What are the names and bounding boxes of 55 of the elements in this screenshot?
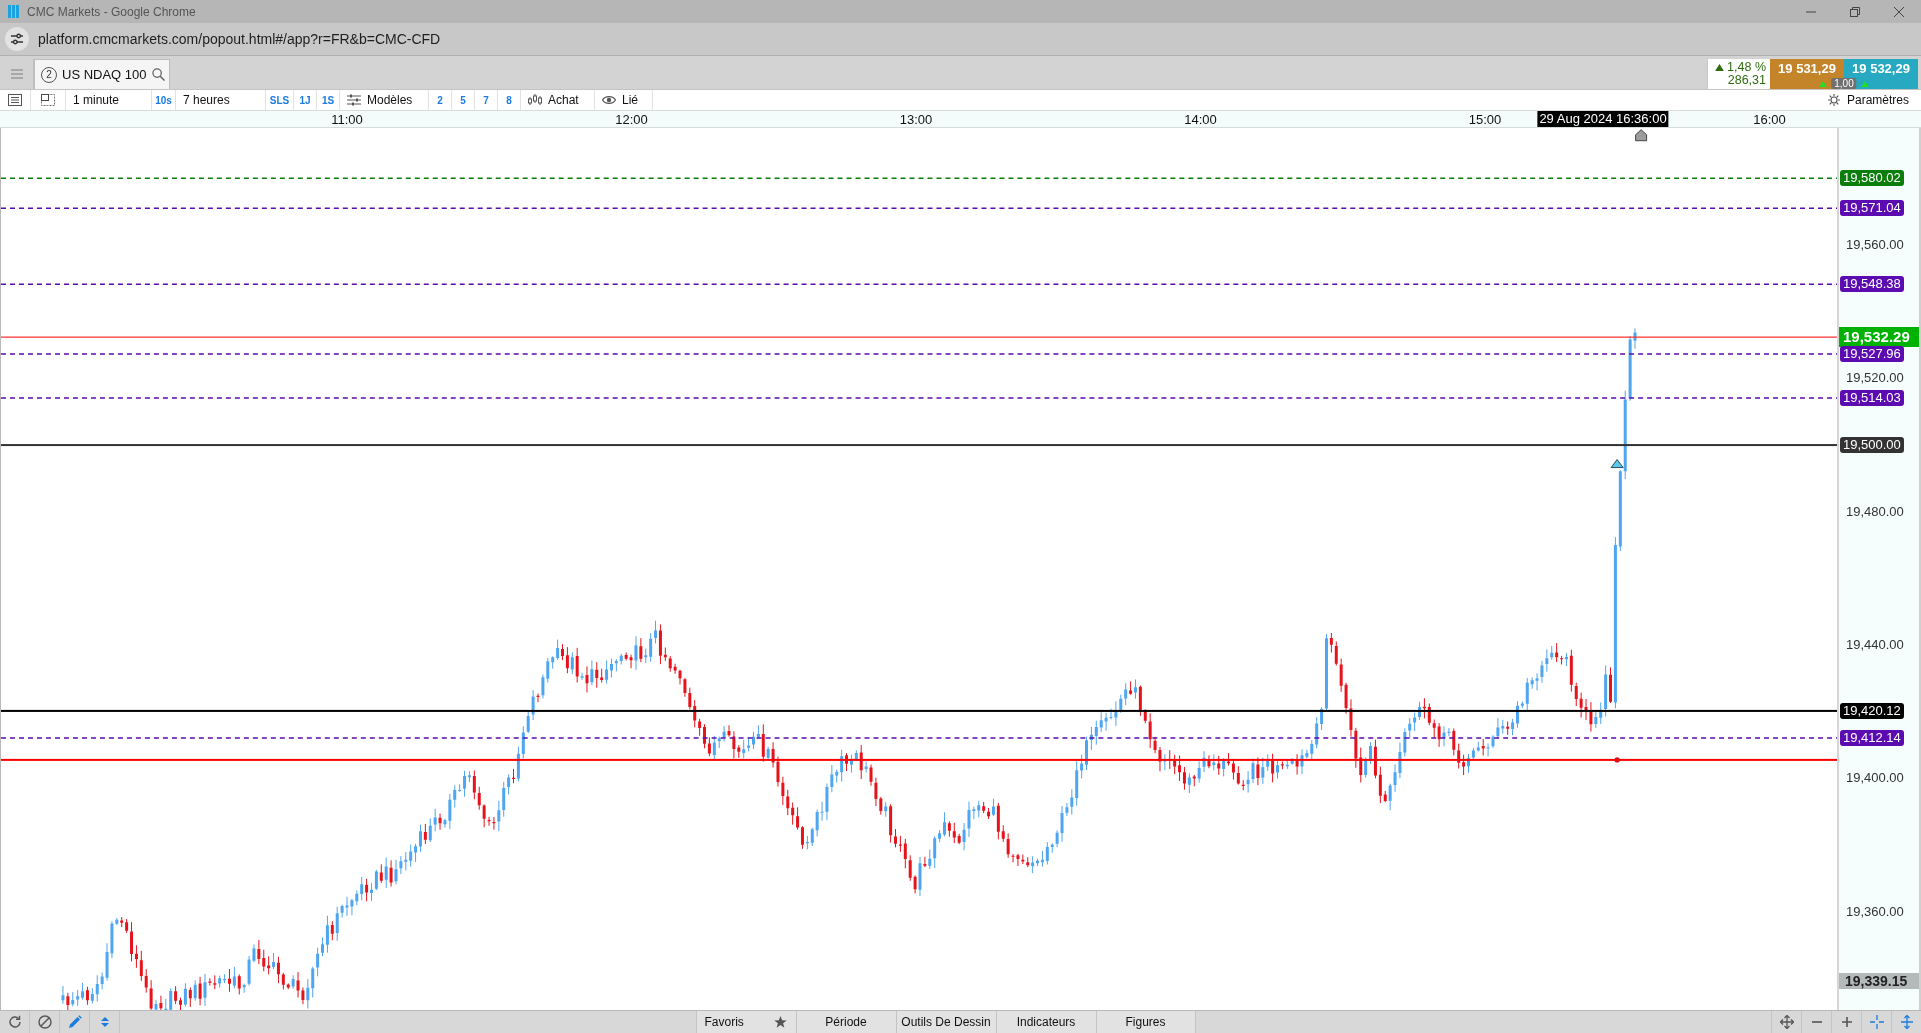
star-icon — [773, 1016, 787, 1028]
change-points: 286,31 — [1727, 74, 1766, 87]
sliders-icon — [347, 94, 361, 106]
search-icon[interactable] — [151, 68, 165, 81]
time-label: 12:00 — [615, 112, 648, 127]
dot-marker-icon — [1614, 757, 1620, 763]
change-percent: 1,48 % — [1727, 61, 1766, 74]
refresh-icon[interactable] — [7, 1015, 22, 1029]
layout-grid-icon[interactable] — [41, 94, 55, 106]
price-level-tag: 19,514.03 — [1840, 390, 1904, 406]
price-level-tag: 19,548.38 — [1840, 276, 1904, 292]
panel-tab[interactable]: Indicateurs — [995, 1011, 1096, 1033]
eye-icon — [602, 94, 616, 106]
close-icon[interactable] — [1894, 6, 1904, 17]
price-level-tag: 19,580.02 — [1840, 170, 1904, 186]
window-title: CMC Markets - Google Chrome — [27, 4, 196, 19]
spread-badge: 1,00 — [1831, 78, 1857, 89]
panel-tab[interactable]: Figures — [1095, 1011, 1196, 1033]
time-label: 14:00 — [1184, 112, 1217, 127]
price-label: 19,360.00 — [1846, 903, 1904, 920]
time-label: 15:00 — [1468, 112, 1502, 127]
price-level-tag: 19,420.12 — [1840, 703, 1904, 719]
url-text[interactable]: platform.cmcmarkets.com/popout.html#/app?r=FR&b=CMC-CFD — [38, 31, 441, 47]
fit-vertical-icon[interactable] — [1899, 1015, 1914, 1029]
site-settings-icon[interactable] — [5, 27, 29, 51]
price-label: 19,440.00 — [1846, 637, 1904, 653]
price-level-tag: 19,571.04 — [1840, 200, 1904, 216]
time-label: 16:00 — [1753, 112, 1786, 127]
time-label: 11:00 — [331, 112, 363, 127]
current-price-tag: 19,532.29 — [1839, 327, 1919, 347]
settings-icon — [1826, 94, 1841, 106]
panel-tab[interactable]: Outils De Dessin — [895, 1011, 996, 1033]
move-arrows-icon[interactable] — [1779, 1015, 1794, 1029]
price-level-tag: 19,500.00 — [1840, 437, 1904, 453]
crosshair-time-label: 29 Aug 2024 16:36:00 — [1537, 111, 1669, 127]
price-label: 19,520.00 — [1846, 370, 1904, 387]
restore-icon[interactable] — [1850, 6, 1860, 17]
triangle-marker-icon — [1610, 459, 1624, 469]
zoom-in-icon[interactable] — [1839, 1015, 1854, 1029]
crosshair-price-label: 19,339.15 — [1839, 973, 1919, 989]
candles-icon — [528, 94, 542, 106]
price-label: 19,480.00 — [1846, 503, 1904, 520]
favorites-tab[interactable]: Favoris — [695, 1011, 796, 1033]
interval-shortcut[interactable]: 10s — [152, 90, 176, 110]
list-icon[interactable] — [8, 94, 22, 106]
price-label: 19,560.00 — [1846, 237, 1904, 253]
price-label: 19,400.00 — [1846, 770, 1904, 787]
time-label: 13:00 — [899, 112, 933, 127]
price-level-tag: 19,412.14 — [1840, 730, 1904, 746]
price-level-tag: 19,527.96 — [1840, 346, 1904, 362]
bars-logo-icon — [8, 5, 19, 18]
ban-icon[interactable] — [37, 1015, 52, 1029]
panel-tab[interactable]: Période — [795, 1011, 896, 1033]
instrument-tab[interactable]: 2 US NDAQ 100 — [34, 59, 170, 89]
pencil-icon[interactable] — [67, 1015, 82, 1029]
